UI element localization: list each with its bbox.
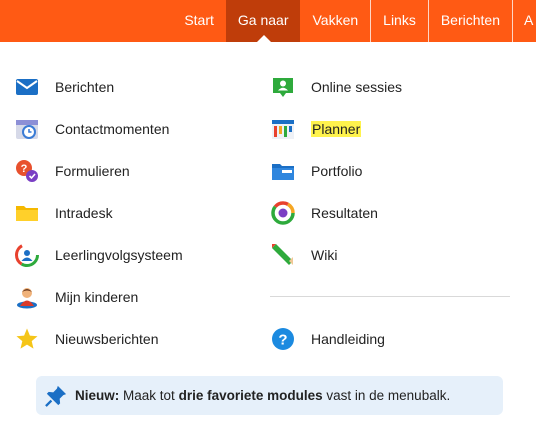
menu-item-wiki[interactable]: Wiki <box>270 242 337 268</box>
nav-berichten[interactable]: Berichten <box>427 0 512 42</box>
menu-item-label: Wiki <box>311 247 338 263</box>
pin-icon <box>45 385 67 407</box>
favorites-tip-banner: Nieuw: Maak tot drie favoriete modules v… <box>36 376 503 415</box>
folder-icon <box>14 200 40 226</box>
tip-text-before: Maak tot <box>123 388 175 403</box>
nav-links[interactable]: Links <box>370 0 428 42</box>
menu-item-leerlingvolgsysteem[interactable]: Leerlingvolgsysteem <box>14 242 183 268</box>
menu-item-online-sessies[interactable]: Online sessies <box>270 74 402 100</box>
tip-prefix: Nieuw: <box>75 388 120 403</box>
form-bubbles-icon: ? <box>14 158 40 184</box>
svg-text:?: ? <box>21 163 28 175</box>
portfolio-folder-icon <box>270 158 296 184</box>
calendar-clock-icon <box>14 116 40 142</box>
menu-item-nieuwsberichten[interactable]: Nieuwsberichten <box>14 326 159 352</box>
results-ring-icon <box>270 200 296 226</box>
menu-item-portfolio[interactable]: Portfolio <box>270 158 362 184</box>
menu-item-mijn-kinderen[interactable]: Mijn kinderen <box>14 284 138 310</box>
envelope-icon <box>14 74 40 100</box>
svg-text:?: ? <box>278 332 287 349</box>
menu-item-handleiding[interactable]: ? Handleiding <box>270 326 385 352</box>
nav-more-truncated[interactable]: A <box>512 0 536 42</box>
menu-item-intradesk[interactable]: Intradesk <box>14 200 113 226</box>
help-icon: ? <box>270 326 296 352</box>
nav-start[interactable]: Start <box>172 0 226 42</box>
student-tracking-icon <box>14 242 40 268</box>
nav-vakken[interactable]: Vakken <box>300 0 370 42</box>
menu-item-label: Resultaten <box>311 205 378 221</box>
menu-item-label: Portfolio <box>311 163 363 179</box>
pencil-icon <box>270 242 296 268</box>
menu-item-resultaten[interactable]: Resultaten <box>270 200 378 226</box>
menu-item-label: Contactmomenten <box>55 121 170 137</box>
main-nav: Start Ga naar Vakken Links Berichten A <box>172 0 536 42</box>
menu-item-label: Formulieren <box>55 163 130 179</box>
child-icon <box>14 284 40 310</box>
menu-item-label: Handleiding <box>311 331 385 347</box>
menu-item-label: Leerlingvolgsysteem <box>55 247 183 263</box>
tip-text: Nieuw: Maak tot drie favoriete modules v… <box>75 388 450 403</box>
menu-item-planner[interactable]: Planner <box>270 116 362 142</box>
menu-item-label: Berichten <box>55 79 115 95</box>
planner-icon <box>270 116 296 142</box>
online-session-icon <box>270 74 296 100</box>
menu-item-label: Planner <box>311 121 362 137</box>
star-icon <box>14 326 40 352</box>
menu-divider <box>270 296 510 297</box>
menu-item-label: Nieuwsberichten <box>55 331 159 347</box>
menu-item-contactmomenten[interactable]: Contactmomenten <box>14 116 169 142</box>
tip-text-after: vast in de menubalk. <box>326 388 451 403</box>
menu-item-label: Online sessies <box>311 79 403 95</box>
tip-bold-text: drie favoriete modules <box>178 388 323 403</box>
menu-item-berichten[interactable]: Berichten <box>14 74 114 100</box>
menu-item-label: Mijn kinderen <box>55 289 139 305</box>
menu-item-label: Intradesk <box>55 205 113 221</box>
menu-item-formulieren[interactable]: ? Formulieren <box>14 158 130 184</box>
planner-highlight: Planner <box>311 121 362 137</box>
